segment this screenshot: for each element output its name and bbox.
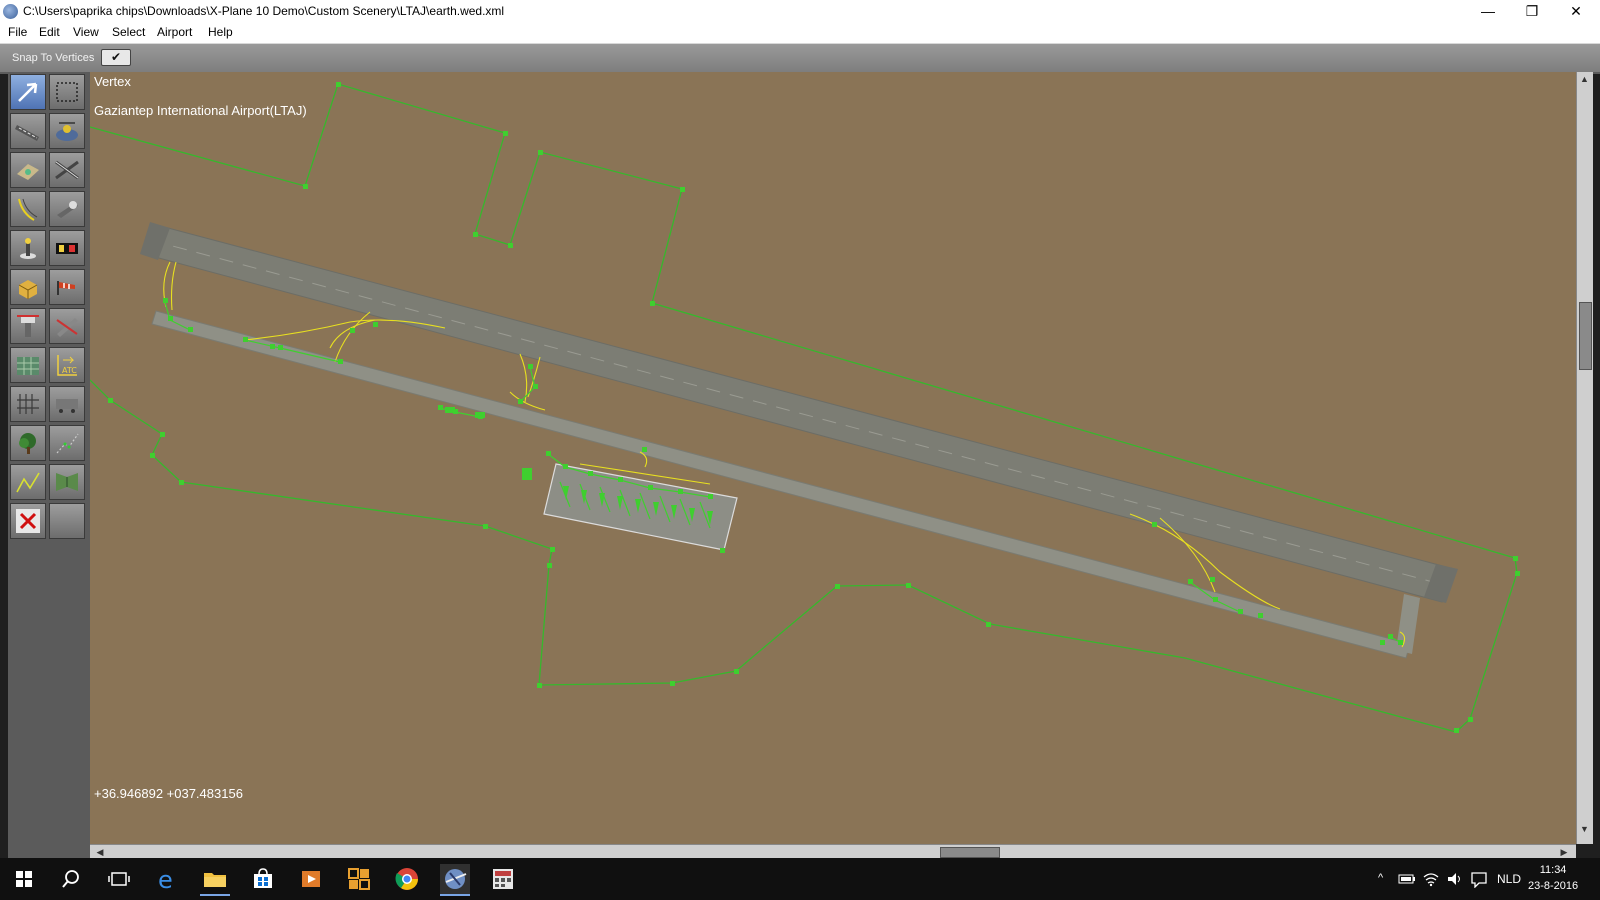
ramp-start-tool-icon[interactable] [49, 191, 85, 227]
taxi-sign-tool-icon[interactable] [49, 230, 85, 266]
active-tool-label: Vertex [94, 74, 131, 89]
menu-file[interactable]: File [8, 25, 27, 39]
map-canvas[interactable]: Vertex Gaziantep International Airport(L… [90, 72, 1576, 844]
runway [143, 223, 1455, 603]
file-explorer-icon[interactable] [200, 864, 230, 896]
marquee-tool-icon[interactable] [49, 74, 85, 110]
taxi-route-tool-icon[interactable] [10, 191, 46, 227]
taxi-lines [163, 261, 1406, 648]
restore-icon[interactable]: ❐ [1510, 0, 1554, 23]
empty-tool-icon[interactable] [49, 503, 85, 539]
battery-icon[interactable] [1398, 872, 1416, 886]
window-title: C:\Users\paprika chips\Downloads\X-Plane… [23, 4, 505, 18]
menu-select[interactable]: Select [112, 25, 145, 39]
clock-date: 23-8-2016 [1528, 880, 1579, 892]
snap-to-vertices-label: Snap To Vertices [12, 52, 95, 64]
store-icon[interactable] [248, 864, 278, 894]
cursor-coordinates: +36.946892 +037.483156 [94, 786, 243, 801]
svg-text:e: e [158, 866, 173, 894]
edge-browser-icon[interactable]: e [152, 864, 182, 894]
truck-parking-tool-icon[interactable] [49, 308, 85, 344]
menu-view[interactable]: View [73, 25, 99, 39]
vertical-scroll-thumb[interactable] [1579, 302, 1592, 370]
volume-icon[interactable] [1446, 871, 1464, 887]
windsock-tool-icon[interactable] [49, 269, 85, 305]
tool-options-bar: Snap To Vertices ✔ [0, 44, 1600, 74]
search-icon[interactable] [56, 864, 86, 894]
notifications-icon[interactable] [1470, 870, 1488, 888]
facade-tool-icon[interactable] [10, 347, 46, 383]
svg-text:ATC: ATC [62, 366, 77, 375]
scroll-right-icon[interactable]: ▶ [1556, 845, 1572, 859]
title-bar: C:\Users\paprika chips\Downloads\X-Plane… [0, 0, 1600, 23]
vertical-scrollbar[interactable]: ▲ ▼ [1576, 72, 1593, 844]
system-clock[interactable]: 11:34 23-8-2016 [1528, 862, 1578, 894]
scroll-left-icon[interactable]: ◀ [92, 845, 108, 859]
apron [543, 463, 738, 551]
minimize-icon[interactable]: — [1466, 0, 1510, 23]
atc-boundary-tool-icon[interactable]: ATC [49, 347, 85, 383]
menu-airport[interactable]: Airport [157, 25, 192, 39]
apron-marker [522, 468, 532, 480]
light-fixture-tool-icon[interactable] [10, 230, 46, 266]
tower-viewpoint-tool-icon[interactable] [10, 308, 46, 344]
language-indicator[interactable]: NLD [1497, 872, 1521, 886]
forest-tool-icon[interactable] [49, 386, 85, 422]
line-tool-icon[interactable] [10, 464, 46, 500]
app-tiles-icon[interactable] [344, 864, 374, 894]
media-player-icon[interactable] [296, 864, 326, 894]
scroll-up-icon[interactable]: ▲ [1579, 74, 1590, 90]
chrome-icon[interactable] [392, 864, 422, 894]
vertex-tool-icon[interactable] [10, 74, 46, 110]
close-icon[interactable]: ✕ [1554, 0, 1598, 23]
polygon-tool-icon[interactable] [10, 386, 46, 422]
exclusion-zone-tool-icon[interactable] [49, 464, 85, 500]
string-tool-icon[interactable] [49, 425, 85, 461]
taskbar: e ^ NLD 11:34 23-8-2016 [0, 858, 1600, 900]
calculator-icon[interactable] [488, 864, 518, 894]
windows-start-icon[interactable] [9, 864, 39, 894]
tree-tool-icon[interactable] [10, 425, 46, 461]
runway-tool-icon[interactable] [10, 113, 46, 149]
horizontal-scrollbar[interactable]: ◀ ▶ [90, 844, 1576, 859]
helipad-tool-icon[interactable] [49, 113, 85, 149]
snap-to-vertices-checkbox[interactable]: ✔ [101, 49, 131, 66]
task-view-icon[interactable] [104, 864, 134, 894]
tray-overflow-icon[interactable]: ^ [1378, 872, 1383, 884]
object-tool-icon[interactable] [10, 269, 46, 305]
wifi-icon[interactable] [1422, 871, 1440, 887]
worldeditor-icon[interactable] [440, 864, 470, 896]
tool-palette: ATC [8, 72, 92, 858]
sealane-tool-icon[interactable] [10, 152, 46, 188]
airport-name-label: Gaziantep International Airport(LTAJ) [94, 103, 307, 118]
clock-time: 11:34 [1539, 864, 1567, 876]
menu-help[interactable]: Help [208, 25, 233, 39]
menu-bar: File Edit View Select Airport Help [0, 23, 1600, 44]
taxiway-tool-icon[interactable] [49, 152, 85, 188]
horizontal-scroll-thumb[interactable] [940, 847, 1000, 858]
menu-edit[interactable]: Edit [39, 25, 60, 39]
worldeditor-app-icon [3, 4, 18, 19]
airport-map[interactable] [90, 72, 1576, 844]
delete-tool-icon[interactable] [10, 503, 46, 539]
scroll-down-icon[interactable]: ▼ [1579, 824, 1590, 840]
